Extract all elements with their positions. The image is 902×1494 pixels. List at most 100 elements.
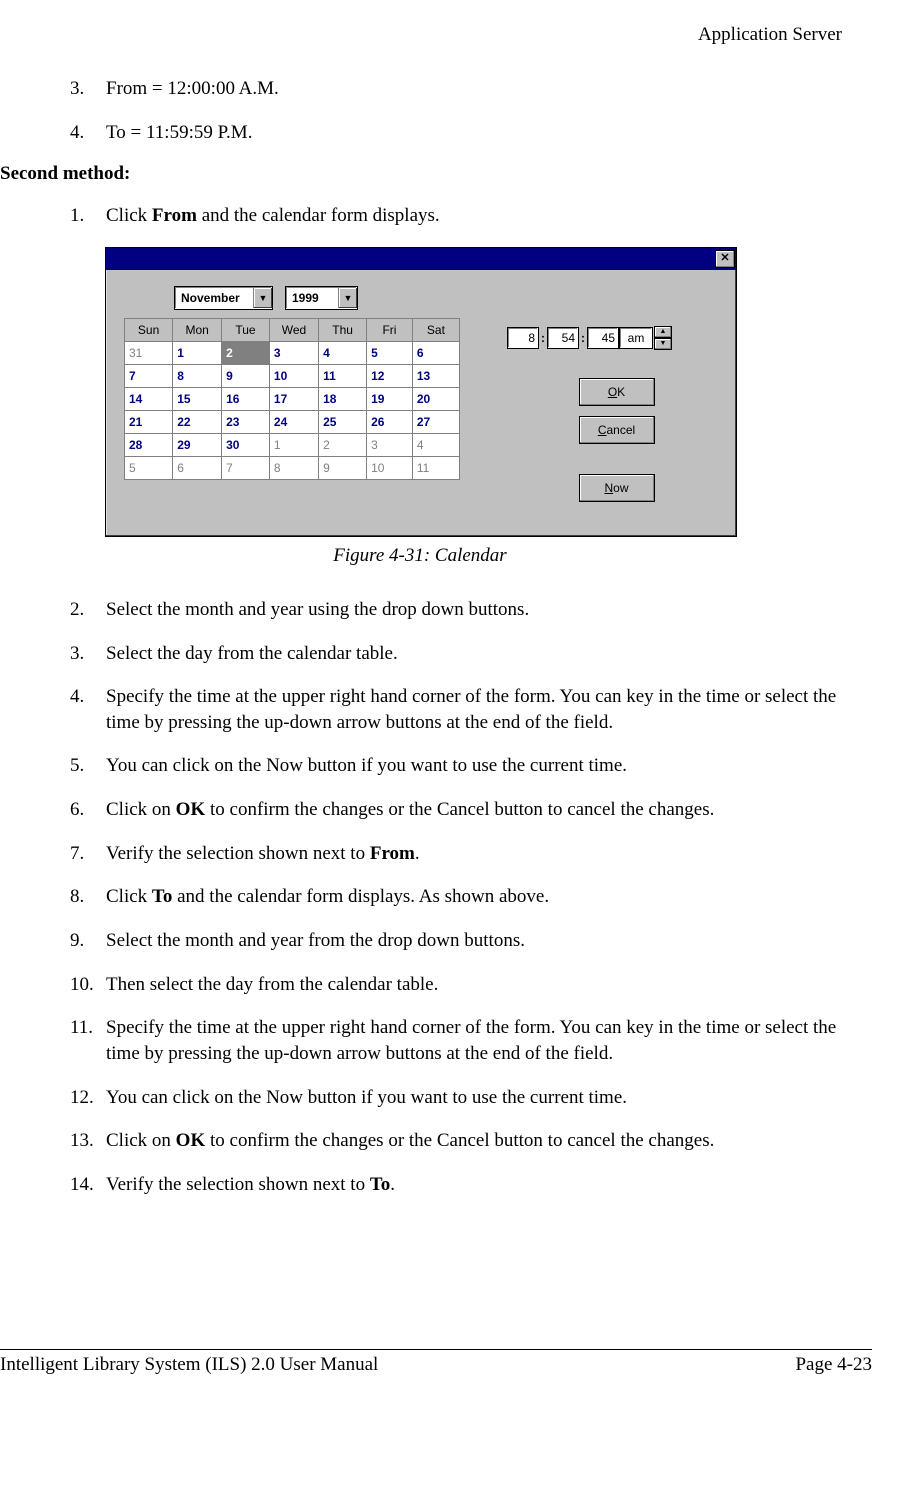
calendar-day[interactable]: 11: [412, 456, 459, 479]
chevron-down-icon[interactable]: ▼: [253, 288, 272, 308]
calendar-day[interactable]: 12: [367, 364, 413, 387]
list-item: 12.You can click on the Now button if yo…: [70, 1085, 842, 1111]
calendar-day[interactable]: 2: [319, 433, 367, 456]
list-item: 5.You can click on the Now button if you…: [70, 753, 842, 779]
list-text: Click on OK to confirm the changes or th…: [106, 1128, 842, 1154]
list-text: Click To and the calendar form displays.…: [106, 884, 842, 910]
list-text: Specify the time at the upper right hand…: [106, 684, 842, 735]
calendar-day[interactable]: 18: [319, 387, 367, 410]
list-num: 1.: [70, 203, 106, 229]
list-text: Select the day from the calendar table.: [106, 641, 842, 667]
list-num: 9.: [70, 928, 106, 954]
calendar-day[interactable]: 3: [269, 341, 318, 364]
calendar-day[interactable]: 5: [125, 456, 173, 479]
calendar-day[interactable]: 10: [367, 456, 413, 479]
titlebar: ✕: [106, 248, 736, 270]
calendar-day[interactable]: 5: [367, 341, 413, 364]
calendar-day[interactable]: 7: [222, 456, 270, 479]
list-item: 3. From = 12:00:00 A.M.: [70, 76, 842, 102]
spin-down-icon[interactable]: ▼: [654, 338, 672, 350]
calendar-day[interactable]: 22: [173, 410, 222, 433]
weekday-header: Mon: [173, 318, 222, 341]
list-item: 6.Click on OK to confirm the changes or …: [70, 797, 842, 823]
underline: N: [604, 481, 613, 495]
list-num: 2.: [70, 597, 106, 623]
calendar-day[interactable]: 6: [412, 341, 459, 364]
minute-field[interactable]: 54: [547, 327, 579, 349]
month-combo[interactable]: November ▼: [174, 286, 273, 310]
figure-caption: Figure 4-31: Calendar: [105, 545, 735, 567]
calendar-day[interactable]: 13: [412, 364, 459, 387]
calendar-day[interactable]: 28: [125, 433, 173, 456]
calendar-day[interactable]: 30: [222, 433, 270, 456]
text: and the calendar form displays.: [197, 205, 440, 226]
list-item: 13.Click on OK to confirm the changes or…: [70, 1128, 842, 1154]
footer-left: Intelligent Library System (ILS) 2.0 Use…: [0, 1354, 378, 1376]
list-item: 4.Specify the time at the upper right ha…: [70, 684, 842, 735]
calendar-day[interactable]: 7: [125, 364, 173, 387]
ampm-field[interactable]: am: [619, 327, 653, 349]
text: Click: [106, 205, 152, 226]
list-text: To = 11:59:59 P.M.: [106, 120, 842, 146]
calendar-day[interactable]: 29: [173, 433, 222, 456]
year-combo[interactable]: 1999 ▼: [285, 286, 358, 310]
calendar-day[interactable]: 19: [367, 387, 413, 410]
weekday-header: Fri: [367, 318, 413, 341]
list-item: 1. Click From and the calendar form disp…: [70, 203, 842, 229]
chevron-down-icon[interactable]: ▼: [338, 288, 357, 308]
calendar-day[interactable]: 1: [173, 341, 222, 364]
underline: O: [608, 385, 617, 399]
calendar-day[interactable]: 1: [269, 433, 318, 456]
list-num: 13.: [70, 1128, 106, 1154]
list-text: Click on OK to confirm the changes or th…: [106, 797, 842, 823]
calendar-day[interactable]: 25: [319, 410, 367, 433]
list-item: 3.Select the day from the calendar table…: [70, 641, 842, 667]
list-num: 12.: [70, 1085, 106, 1111]
calendar-day[interactable]: 31: [125, 341, 173, 364]
colon: :: [579, 331, 587, 345]
calendar-day[interactable]: 26: [367, 410, 413, 433]
spin-up-icon[interactable]: ▲: [654, 326, 672, 338]
calendar-day[interactable]: 6: [173, 456, 222, 479]
list-num: 4.: [70, 120, 106, 146]
calendar-day[interactable]: 9: [319, 456, 367, 479]
calendar-day[interactable]: 10: [269, 364, 318, 387]
list-item: 11.Specify the time at the upper right h…: [70, 1015, 842, 1066]
calendar-day[interactable]: 8: [173, 364, 222, 387]
list-text: Select the month and year using the drop…: [106, 597, 842, 623]
cancel-button[interactable]: Cancel: [579, 416, 655, 444]
calendar-day[interactable]: 11: [319, 364, 367, 387]
calendar-day[interactable]: 3: [367, 433, 413, 456]
text: ow: [613, 481, 628, 495]
calendar-day[interactable]: 9: [222, 364, 270, 387]
list-num: 5.: [70, 753, 106, 779]
ok-button[interactable]: OK: [579, 378, 655, 406]
time-input[interactable]: 8 : 54 : 45 am ▲ ▼: [507, 326, 724, 350]
calendar-day[interactable]: 24: [269, 410, 318, 433]
hour-field[interactable]: 8: [507, 327, 539, 349]
calendar-day[interactable]: 17: [269, 387, 318, 410]
calendar-day[interactable]: 23: [222, 410, 270, 433]
calendar-day[interactable]: 2: [222, 341, 270, 364]
calendar-table: SunMonTueWedThuFriSat 311234567891011121…: [124, 318, 460, 480]
weekday-header: Thu: [319, 318, 367, 341]
calendar-day[interactable]: 21: [125, 410, 173, 433]
colon: :: [539, 331, 547, 345]
now-button[interactable]: Now: [579, 474, 655, 502]
calendar-day[interactable]: 4: [319, 341, 367, 364]
list-num: 7.: [70, 841, 106, 867]
calendar-day[interactable]: 15: [173, 387, 222, 410]
list-num: 11.: [70, 1015, 106, 1066]
second-field[interactable]: 45: [587, 327, 619, 349]
close-button[interactable]: ✕: [715, 250, 735, 268]
list-item: 2.Select the month and year using the dr…: [70, 597, 842, 623]
footer-right: Page 4-23: [795, 1354, 872, 1376]
calendar-day[interactable]: 8: [269, 456, 318, 479]
calendar-day[interactable]: 20: [412, 387, 459, 410]
calendar-day[interactable]: 4: [412, 433, 459, 456]
calendar-day[interactable]: 14: [125, 387, 173, 410]
list-text: Verify the selection shown next to To.: [106, 1172, 842, 1198]
page-header: Application Server: [0, 24, 872, 46]
calendar-day[interactable]: 27: [412, 410, 459, 433]
calendar-day[interactable]: 16: [222, 387, 270, 410]
